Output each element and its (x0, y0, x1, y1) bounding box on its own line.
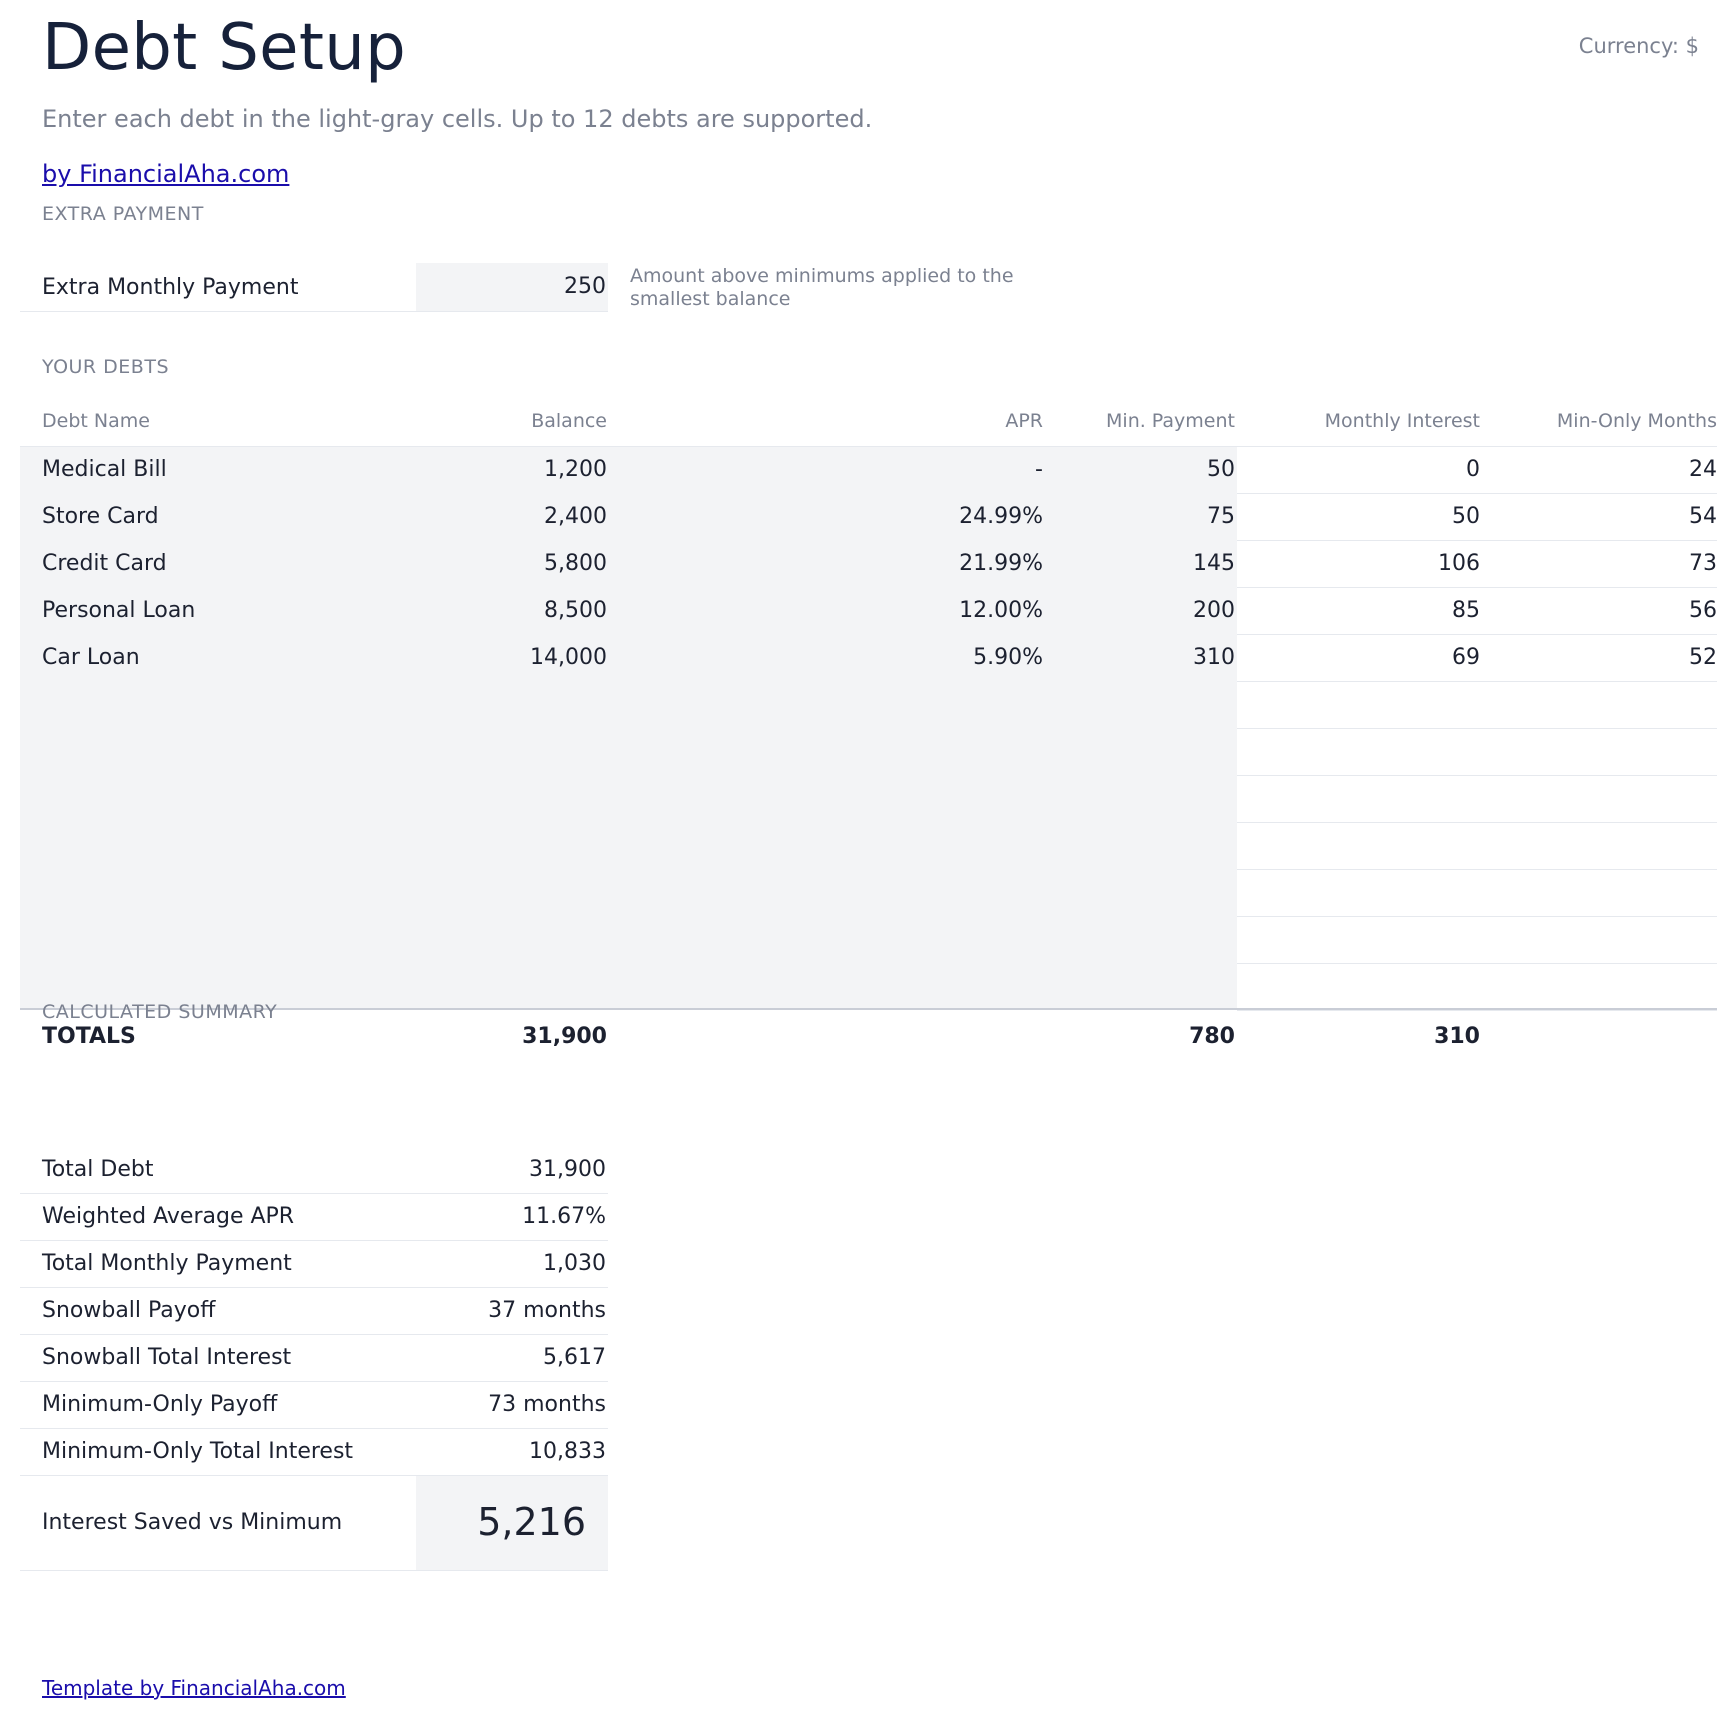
column-header-apr: APR (1005, 410, 1043, 432)
brand-link[interactable]: by FinancialAha.com (42, 160, 289, 188)
table-row: Store Card 2,400 24.99% 75 50 54 (0, 494, 1728, 541)
debt-name-cell[interactable]: Car Loan (42, 645, 140, 670)
table-row (0, 917, 1728, 964)
interest-saved-label: Interest Saved vs Minimum (42, 1510, 343, 1535)
summary-value: 1,030 (543, 1251, 606, 1276)
summary-section-label: CALCULATED SUMMARY (42, 1001, 278, 1023)
extra-payment-section-label: EXTRA PAYMENT (42, 203, 204, 225)
summary-value: 73 months (488, 1392, 606, 1417)
balance-cell[interactable]: 1,200 (544, 457, 607, 482)
debt-name-cell[interactable]: Credit Card (42, 551, 167, 576)
calculated-cell-band (1237, 964, 1717, 1011)
apr-cell[interactable]: 21.99% (959, 551, 1043, 576)
summary-label: Snowball Payoff (42, 1298, 216, 1323)
table-row: Personal Loan 8,500 12.00% 200 85 56 (0, 588, 1728, 635)
summary-value: 11.67% (522, 1204, 606, 1229)
currency-label: Currency: $ (1578, 34, 1699, 58)
debt-name-cell[interactable]: Personal Loan (42, 598, 195, 623)
summary-label: Minimum-Only Payoff (42, 1392, 278, 1417)
monthly-interest-cell: 50 (1452, 504, 1480, 529)
summary-row: Minimum-Only Payoff 73 months (20, 1382, 608, 1429)
min-only-months-cell: 52 (1689, 645, 1717, 670)
extra-payment-value: 250 (564, 274, 606, 299)
table-row (0, 776, 1728, 823)
summary-row: Weighted Average APR 11.67% (20, 1194, 608, 1241)
extra-payment-input[interactable]: 250 (416, 263, 608, 311)
apr-cell[interactable]: - (1035, 457, 1043, 482)
balance-cell[interactable]: 8,500 (544, 598, 607, 623)
monthly-interest-cell: 106 (1438, 551, 1480, 576)
debts-section-label: YOUR DEBTS (42, 356, 170, 378)
extra-payment-row: Extra Monthly Payment 250 (20, 263, 608, 312)
totals-label: TOTALS (42, 1024, 136, 1049)
column-header-balance: Balance (531, 410, 607, 432)
table-row (0, 870, 1728, 917)
monthly-interest-cell: 0 (1466, 457, 1480, 482)
column-header-debt-name: Debt Name (42, 410, 150, 432)
calculated-cell-band (1237, 870, 1717, 917)
summary-label: Total Monthly Payment (42, 1251, 292, 1276)
summary-row: Total Monthly Payment 1,030 (20, 1241, 608, 1288)
calculated-cell-band (1237, 682, 1717, 729)
table-row (0, 823, 1728, 870)
balance-cell[interactable]: 5,800 (544, 551, 607, 576)
monthly-interest-cell: 69 (1452, 645, 1480, 670)
apr-cell[interactable]: 5.90% (973, 645, 1043, 670)
summary-label: Weighted Average APR (42, 1204, 295, 1229)
summary-row: Snowball Total Interest 5,617 (20, 1335, 608, 1382)
interest-saved-box: 5,216 (416, 1476, 608, 1570)
footer-link[interactable]: Template by FinancialAha.com (42, 1676, 346, 1700)
min-payment-cell[interactable]: 75 (1207, 504, 1235, 529)
min-only-months-cell: 24 (1689, 457, 1717, 482)
column-header-monthly-interest: Monthly Interest (1324, 410, 1480, 432)
min-payment-cell[interactable]: 200 (1193, 598, 1235, 623)
min-only-months-cell: 56 (1689, 598, 1717, 623)
interest-saved-row: Interest Saved vs Minimum 5,216 (20, 1476, 608, 1571)
summary-value: 5,617 (543, 1345, 606, 1370)
table-row: Credit Card 5,800 21.99% 145 106 73 (0, 541, 1728, 588)
extra-payment-note: Amount above minimums applied to the sma… (630, 265, 1014, 310)
summary-row: Minimum-Only Total Interest 10,833 (20, 1429, 608, 1476)
summary-label: Total Debt (42, 1157, 154, 1182)
min-payment-cell[interactable]: 145 (1193, 551, 1235, 576)
min-only-months-cell: 73 (1689, 551, 1717, 576)
totals-balance: 31,900 (522, 1024, 607, 1049)
column-header-min-payment: Min. Payment (1106, 410, 1235, 432)
calculated-cell-band (1237, 823, 1717, 870)
totals-monthly-interest: 310 (1434, 1024, 1480, 1049)
debt-name-cell[interactable]: Store Card (42, 504, 159, 529)
table-row (0, 682, 1728, 729)
table-row: Medical Bill 1,200 - 50 0 24 (0, 447, 1728, 494)
table-row: Car Loan 14,000 5.90% 310 69 52 (0, 635, 1728, 682)
page-subtitle: Enter each debt in the light-gray cells.… (42, 105, 873, 133)
summary-row: Snowball Payoff 37 months (20, 1288, 608, 1335)
extra-payment-label: Extra Monthly Payment (42, 275, 299, 300)
apr-cell[interactable]: 24.99% (959, 504, 1043, 529)
column-header-min-only-months: Min-Only Months (1556, 410, 1717, 432)
summary-value: 37 months (488, 1298, 606, 1323)
min-payment-cell[interactable]: 50 (1207, 457, 1235, 482)
min-only-months-cell: 54 (1689, 504, 1717, 529)
interest-saved-value: 5,216 (477, 1500, 586, 1544)
calculated-cell-band (1237, 729, 1717, 776)
summary-label: Snowball Total Interest (42, 1345, 292, 1370)
totals-min-payment: 780 (1189, 1024, 1235, 1049)
totals-row: TOTALS 31,900 780 310 (0, 1024, 1728, 1054)
summary-row: Total Debt 31,900 (20, 1147, 608, 1194)
apr-cell[interactable]: 12.00% (959, 598, 1043, 623)
page-title: Debt Setup (42, 11, 406, 85)
debt-name-cell[interactable]: Medical Bill (42, 457, 167, 482)
table-row (0, 729, 1728, 776)
summary-value: 10,833 (529, 1439, 606, 1464)
calculated-cell-band (1237, 776, 1717, 823)
min-payment-cell[interactable]: 310 (1193, 645, 1235, 670)
monthly-interest-cell: 85 (1452, 598, 1480, 623)
balance-cell[interactable]: 14,000 (530, 645, 607, 670)
summary-value: 31,900 (529, 1157, 606, 1182)
summary-label: Minimum-Only Total Interest (42, 1439, 354, 1464)
calculated-cell-band (1237, 917, 1717, 964)
balance-cell[interactable]: 2,400 (544, 504, 607, 529)
